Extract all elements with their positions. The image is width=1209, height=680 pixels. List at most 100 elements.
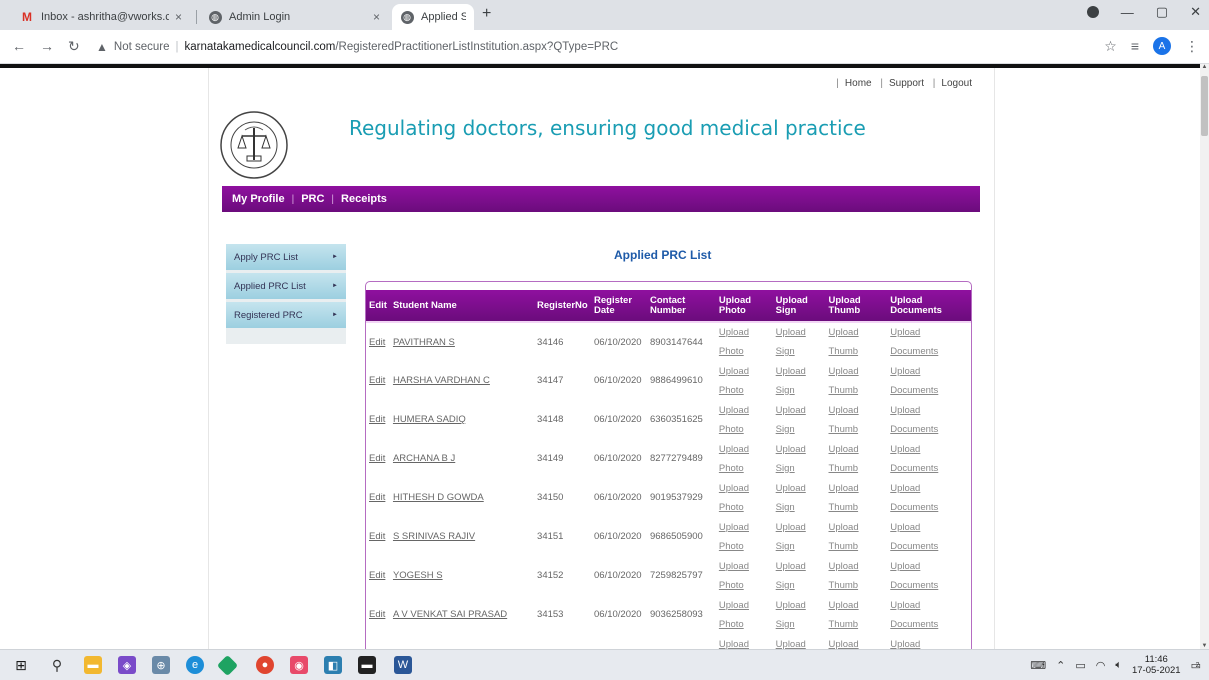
upload-sign-link[interactable]: UploadSign xyxy=(776,561,806,591)
column-header[interactable]: Contact Number xyxy=(646,290,716,323)
upload-documents-link[interactable]: Upload Documents xyxy=(890,444,938,474)
upload-thumb-link[interactable]: UploadThumb xyxy=(829,522,859,552)
column-header[interactable]: Upload Sign xyxy=(772,290,826,323)
upload-sign-link[interactable]: UploadSign xyxy=(776,366,806,396)
scroll-thumb[interactable] xyxy=(1201,76,1208,136)
student-name-link[interactable]: HUMERA SADIQ xyxy=(393,414,466,425)
sidebar-item-registered-prc[interactable]: Registered PRC ► xyxy=(226,302,346,328)
minimize-icon[interactable]: — xyxy=(1121,5,1134,20)
column-header[interactable]: Edit xyxy=(366,290,390,323)
upload-photo-link[interactable]: UploadPhoto xyxy=(719,405,749,435)
record-icon[interactable] xyxy=(1086,6,1099,18)
student-name-link[interactable]: PAVITHRAN S xyxy=(393,337,455,348)
edit-link[interactable]: Edit xyxy=(369,414,385,425)
upload-documents-link[interactable]: Upload Documents xyxy=(890,561,938,591)
edit-link[interactable]: Edit xyxy=(369,375,385,386)
bookmark-star-icon[interactable]: ☆ xyxy=(1104,38,1117,55)
upload-sign-link[interactable]: UploadSign xyxy=(776,444,806,474)
nav-receipts[interactable]: Receipts xyxy=(341,193,387,205)
word-icon[interactable]: W xyxy=(394,656,412,674)
reload-icon[interactable]: ↻ xyxy=(68,38,80,55)
upload-documents-link[interactable]: Upload Documents xyxy=(890,405,938,435)
close-icon[interactable]: × xyxy=(373,10,380,24)
upload-sign-link[interactable]: UploadSign xyxy=(776,483,806,513)
upload-documents-link[interactable]: Upload Documents xyxy=(890,600,938,630)
student-name-link[interactable]: HARSHA VARDHAN C xyxy=(393,375,490,386)
upload-sign-link[interactable]: UploadSign xyxy=(776,327,806,357)
upload-sign-link[interactable]: UploadSign xyxy=(776,639,806,650)
column-header[interactable]: Student Name xyxy=(389,290,535,323)
notification-icon[interactable]: ▭ 2 xyxy=(1191,659,1201,672)
column-header[interactable]: Register Date xyxy=(591,290,647,323)
edit-link[interactable]: Edit xyxy=(369,492,385,503)
upload-sign-link[interactable]: UploadSign xyxy=(776,522,806,552)
column-header[interactable]: Upload Documents xyxy=(887,290,971,323)
upload-thumb-link[interactable]: UploadThumb xyxy=(829,366,859,396)
maximize-icon[interactable]: ▢ xyxy=(1156,4,1168,20)
upload-photo-link[interactable]: UploadPhoto xyxy=(719,327,749,357)
windows-start-icon[interactable]: ⊞ xyxy=(12,656,30,674)
tab-admin-login[interactable]: ◍ Admin Login × xyxy=(200,4,388,30)
logout-link[interactable]: Logout xyxy=(941,78,972,89)
back-icon[interactable]: ← xyxy=(12,38,26,54)
wifi-icon[interactable]: ◠ xyxy=(1096,659,1106,672)
terminal-icon[interactable]: ▬ xyxy=(358,656,376,674)
new-tab-button[interactable]: + xyxy=(482,5,491,23)
upload-photo-link[interactable]: UploadPhoto xyxy=(719,522,749,552)
tab-applied-student-list-body[interactable]: ◍ Applied Student List xyxy=(392,4,474,30)
upload-photo-link[interactable]: UploadPhoto xyxy=(719,561,749,591)
upload-photo-link[interactable]: UploadPhoto xyxy=(719,600,749,630)
scroll-up-icon[interactable]: ▲ xyxy=(1200,64,1209,70)
support-link[interactable]: Support xyxy=(889,78,924,89)
keyboard-icon[interactable]: ⌨ xyxy=(1030,659,1046,672)
edit-link[interactable]: Edit xyxy=(369,570,385,581)
sidebar-item-applied-prc-list[interactable]: Applied PRC List ► xyxy=(226,273,346,299)
student-name-link[interactable]: S SRINIVAS RAJIV xyxy=(393,531,475,542)
upload-photo-link[interactable]: UploadPhoto xyxy=(719,366,749,396)
close-icon[interactable]: × xyxy=(175,10,182,24)
edge-icon[interactable]: e xyxy=(186,656,204,674)
warning-icon[interactable]: ▲ xyxy=(96,40,108,54)
edit-link[interactable]: Edit xyxy=(369,531,385,542)
student-name-link[interactable]: HITHESH D GOWDA xyxy=(393,492,484,503)
profile-avatar[interactable]: A xyxy=(1153,37,1171,55)
chevron-up-icon[interactable]: ⌃ xyxy=(1056,659,1065,672)
edit-link[interactable]: Edit xyxy=(369,337,385,348)
student-name-link[interactable]: A V VENKAT SAI PRASAD xyxy=(393,609,507,620)
upload-documents-link[interactable]: Upload Documents xyxy=(890,366,938,396)
upload-photo-link[interactable]: UploadPhoto xyxy=(719,444,749,474)
search-icon[interactable]: ⚲ xyxy=(48,656,66,674)
app-diamond-icon[interactable] xyxy=(216,654,239,677)
upload-photo-link[interactable]: UploadPhoto xyxy=(719,483,749,513)
upload-thumb-link[interactable]: UploadThumb xyxy=(829,327,859,357)
file-explorer-icon[interactable]: ▬ xyxy=(84,656,102,674)
student-name-link[interactable]: YOGESH S xyxy=(393,570,443,581)
close-window-icon[interactable]: ✕ xyxy=(1190,4,1201,20)
app-blue-icon[interactable]: ◧ xyxy=(324,656,342,674)
edit-link[interactable]: Edit xyxy=(369,609,385,620)
upload-thumb-link[interactable]: UploadThumb xyxy=(829,600,859,630)
home-link[interactable]: Home xyxy=(845,78,872,89)
visual-studio-icon[interactable]: ◈ xyxy=(118,656,136,674)
upload-documents-link[interactable]: Upload Documents xyxy=(890,327,938,357)
volume-icon[interactable]: 🔈︎ xyxy=(1115,659,1122,672)
student-name-link[interactable]: ARCHANA B J xyxy=(393,453,455,464)
forward-icon[interactable]: → xyxy=(40,38,54,54)
upload-thumb-link[interactable]: UploadThumb xyxy=(829,639,859,650)
edit-link[interactable]: Edit xyxy=(369,453,385,464)
upload-photo-link[interactable]: UploadPhoto xyxy=(719,639,749,650)
upload-thumb-link[interactable]: UploadThumb xyxy=(829,561,859,591)
security-label[interactable]: Not secure xyxy=(114,41,170,53)
column-header[interactable]: Upload Thumb xyxy=(825,290,888,323)
column-header[interactable]: Upload Photo xyxy=(715,290,773,323)
battery-icon[interactable]: ▭ xyxy=(1075,659,1085,672)
clock[interactable]: 11:46 17-05-2021 xyxy=(1132,654,1181,676)
column-header[interactable]: RegisterNo xyxy=(534,290,592,323)
menu-kebab-icon[interactable]: ⋮ xyxy=(1185,38,1199,55)
nav-prc[interactable]: PRC xyxy=(301,193,324,205)
upload-sign-link[interactable]: UploadSign xyxy=(776,405,806,435)
upload-thumb-link[interactable]: UploadThumb xyxy=(829,483,859,513)
upload-documents-link[interactable]: Upload Documents xyxy=(890,522,938,552)
upload-thumb-link[interactable]: UploadThumb xyxy=(829,405,859,435)
upload-documents-link[interactable]: Upload Documents xyxy=(890,483,938,513)
